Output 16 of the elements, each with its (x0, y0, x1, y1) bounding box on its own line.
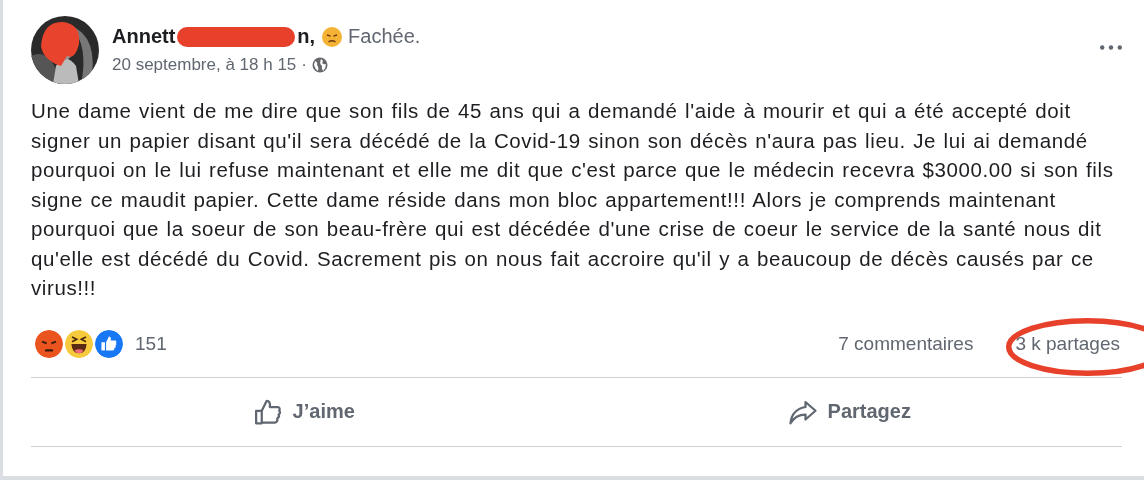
author-name[interactable]: Annett (112, 25, 176, 48)
like-button[interactable]: J’aime (31, 377, 577, 446)
angry-reaction-icon (33, 327, 65, 360)
globe-icon (311, 57, 328, 73)
like-reaction-icon (93, 327, 125, 360)
feeling-label: Fachée. (348, 25, 421, 48)
angry-face-icon (322, 26, 343, 47)
share-button[interactable]: Partagez (576, 377, 1122, 446)
separator: · (301, 55, 307, 75)
reaction-count[interactable]: 151 (135, 332, 167, 355)
comment-count[interactable]: 7 commentaires (838, 332, 974, 355)
author-name[interactable]: n, (297, 25, 316, 48)
haha-reaction-icon (63, 327, 95, 360)
more-options-icon[interactable] (1100, 45, 1122, 50)
post-text: Une dame vient de me dire que son fils de 45 ans qui a demandé l'aide à mourir et qui a été accepté doit signer un papier disant qu'il sera décédé de la Covid-19 sinon son décès n'aura pas lieu. Je lui ai demandé pourquoi on le lui refuse maintenant et elle me dit que c'est parce que le médecin recevra $3000.00 si son fils signe ce maudit papier. Cette dame réside dans mon bloc appartement!!! Alors je comprends maintenant pourquoi que la soeur de son beau-frère qui est décédée d'une crise de coeur le service de la santé nous dit qu'elle est décédé du Covid. Sacrement pis on nous fait accroire qu'il y a beaucoup de décès causés par ce virus!!! (31, 98, 1115, 301)
post-date[interactable]: 20 septembre, à 18 h 15 (112, 55, 297, 75)
